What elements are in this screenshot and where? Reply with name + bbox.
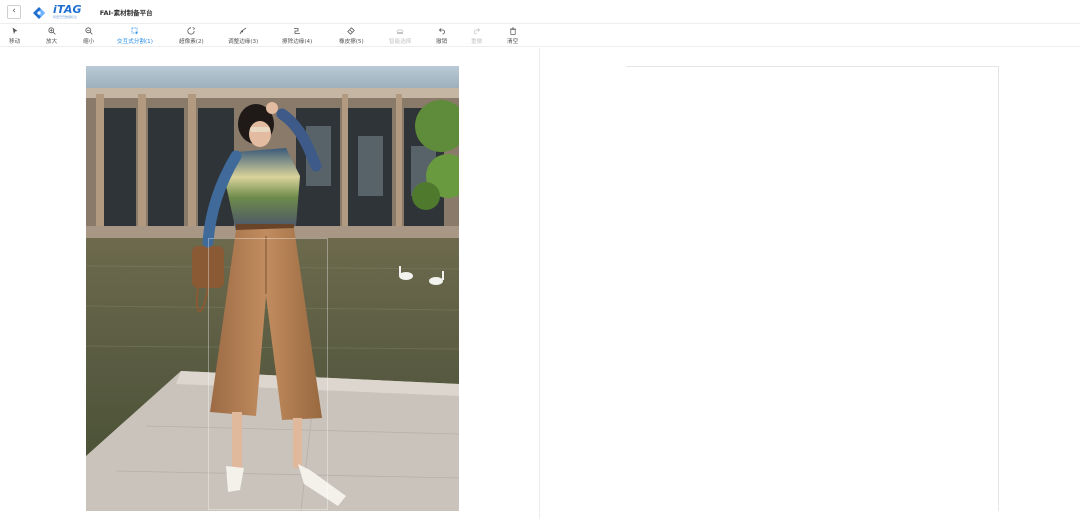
undo-icon <box>438 28 445 35</box>
app-title: FAI-素材制备平台 <box>99 8 153 17</box>
tool-label: 交互式分割(1) <box>117 39 153 45</box>
zoom-in-icon <box>47 27 56 35</box>
chevron-left-icon: ‹ <box>12 6 16 16</box>
zoom-out-icon <box>84 27 93 35</box>
tool-erase-edge-button[interactable]: 擦除边缘(4) <box>282 27 312 45</box>
logo-word: iTAG <box>53 3 82 16</box>
tool-move-button[interactable]: 移动 <box>9 27 20 45</box>
erase-edge-icon <box>294 28 301 34</box>
source-image-canvas[interactable] <box>86 66 459 511</box>
tool-clear-button[interactable]: 清空 <box>507 27 518 45</box>
trash-icon <box>509 27 516 35</box>
tool-redo-button[interactable]: 重做 <box>471 27 482 45</box>
top-bar: ‹ iTAG 阿里巴巴数据标注 FAI-素材制备平台 <box>0 0 1080 24</box>
tool-label: 调整边缘(3) <box>228 39 259 45</box>
redo-icon <box>473 28 480 35</box>
interactive-segment-icon <box>131 27 139 35</box>
smart-select-icon <box>396 29 404 34</box>
back-button[interactable]: ‹ <box>7 4 21 19</box>
tool-interactive-segment-button[interactable]: 交互式分割(1) <box>117 27 153 45</box>
adjust-edge-icon <box>239 27 247 35</box>
tool-zoom-out-button[interactable]: 缩小 <box>83 27 94 45</box>
cursor-icon <box>12 27 18 35</box>
logo-subtitle: 阿里巴巴数据标注 <box>53 15 78 19</box>
result-image-canvas[interactable] <box>626 66 999 511</box>
superpixel-icon <box>187 27 196 35</box>
tool-label: 移动 <box>9 39 21 45</box>
tool-smart-select-button[interactable]: 智能选择 <box>389 27 411 45</box>
tool-label: 清空 <box>507 39 519 45</box>
tool-undo-button[interactable]: 撤销 <box>436 27 447 45</box>
tool-label: 撤销 <box>436 39 448 45</box>
tool-label: 擦除边缘(4) <box>282 39 313 45</box>
segmentation-selection-box[interactable] <box>208 238 328 510</box>
tool-superpixel-button[interactable]: 超像素(2) <box>179 27 204 45</box>
toolbar: 移动 放大 缩小 交互式分割(1) 超像素(2) 调整边缘(3) 擦除边缘(4)… <box>0 25 1080 47</box>
tool-label: 缩小 <box>83 39 95 45</box>
tool-label: 放大 <box>46 39 58 45</box>
tool-eraser-button[interactable]: 橡皮擦(5) <box>339 27 364 45</box>
tool-label: 重做 <box>471 39 483 45</box>
panel-divider <box>539 48 540 519</box>
tool-adjust-edge-button[interactable]: 调整边缘(3) <box>228 27 258 45</box>
itag-logo-icon <box>31 5 49 19</box>
tool-label: 超像素(2) <box>179 39 204 45</box>
tool-label: 橡皮擦(5) <box>339 39 364 45</box>
tool-label: 智能选择 <box>389 39 412 45</box>
tool-zoom-in-button[interactable]: 放大 <box>46 27 57 45</box>
eraser-icon <box>347 27 356 35</box>
logo: iTAG 阿里巴巴数据标注 <box>31 4 82 19</box>
